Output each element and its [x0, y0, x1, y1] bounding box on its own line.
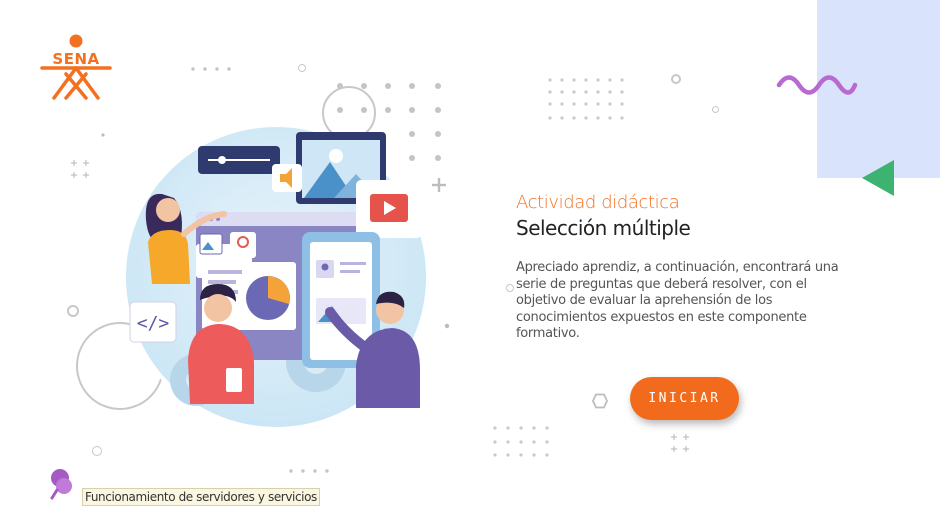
plus-icon	[71, 160, 89, 178]
wave-icon	[776, 75, 858, 95]
ring-decoration	[671, 74, 681, 84]
svg-text:</>: </>	[137, 313, 170, 334]
activity-title: Selección múltiple	[516, 216, 691, 240]
ring-decoration	[506, 284, 514, 292]
sena-logo: SENA	[40, 34, 112, 102]
component-name-label: Funcionamiento de servidores y servicios	[82, 488, 320, 506]
ring-decoration	[712, 106, 719, 113]
logo-text: SENA	[52, 50, 100, 68]
ring-decoration	[298, 64, 306, 72]
start-button[interactable]: INICIAR	[630, 377, 739, 420]
dot-grid-decoration	[548, 78, 624, 120]
plus-icon	[671, 434, 689, 452]
triangle-icon	[862, 160, 894, 196]
hexagon-icon	[592, 393, 608, 409]
ring-decoration	[92, 446, 102, 456]
dot-row-decoration	[289, 469, 329, 473]
ring-decoration	[67, 305, 79, 317]
activity-type-label: Actividad didáctica	[516, 192, 680, 213]
dot-row-decoration	[191, 67, 231, 71]
activity-description: Apreciado aprendiz, a continuación, enco…	[516, 260, 839, 341]
dot-grid-decoration	[493, 426, 549, 457]
activity-illustration: </>	[122, 123, 430, 431]
pushpin-icon	[50, 469, 72, 500]
